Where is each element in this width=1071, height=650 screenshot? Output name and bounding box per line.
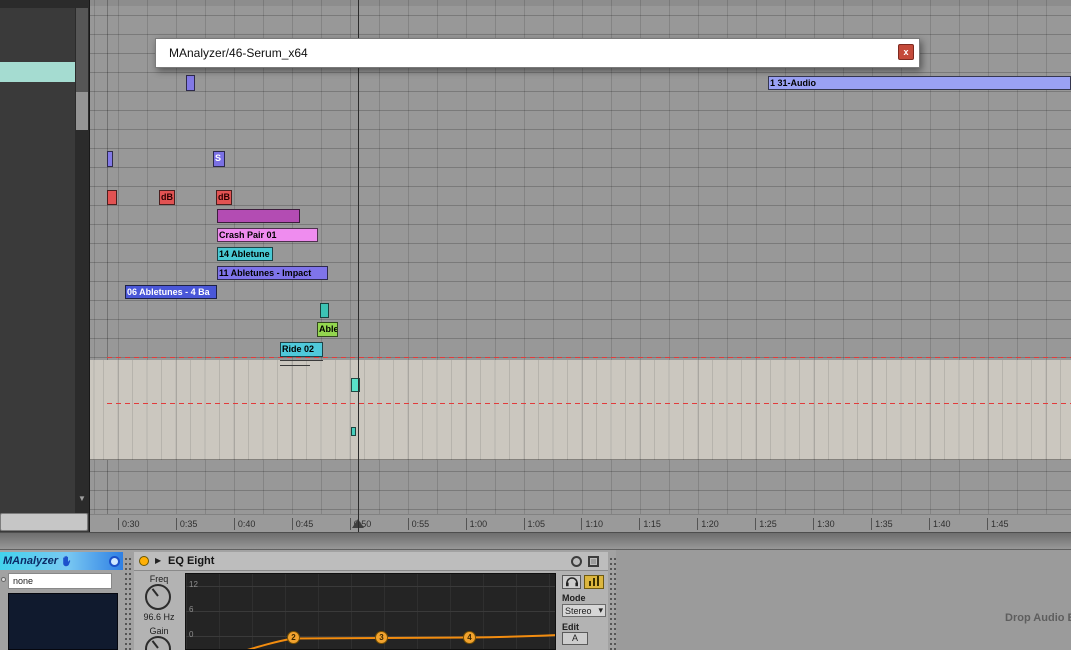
scrollbar-thumb[interactable]	[76, 92, 88, 130]
power-circle-icon[interactable]	[109, 555, 120, 567]
clip[interactable]	[320, 303, 329, 318]
eq-eight-header[interactable]: ▶ EQ Eight	[134, 552, 608, 571]
clip[interactable]	[217, 209, 300, 223]
eq-band-node-3[interactable]: 3	[375, 631, 388, 644]
clip[interactable]	[107, 190, 117, 205]
headphones-icon	[565, 577, 578, 587]
bar-icon	[589, 581, 591, 586]
save-preset-icon[interactable]	[588, 556, 599, 567]
browser-sidebar: ▼	[0, 0, 90, 532]
mode-select[interactable]: Stereo ▾	[562, 604, 606, 617]
time-label-0:55: 0:55	[407, 518, 429, 530]
time-ruler[interactable]: 0:30 0:35 0:40 0:45 0:50 0:55 1:00 1:05 1:10 1:15…	[90, 514, 1071, 532]
time-label-0:40: 0:40	[233, 518, 255, 530]
close-button[interactable]: x	[898, 44, 914, 60]
panel-divider[interactable]	[0, 532, 1071, 550]
arrangement-area[interactable]: 1 31-Audio SdB dB Crash Pair 01 14 Abletune 1…	[90, 0, 1071, 514]
clip-able[interactable]: Able	[317, 322, 338, 337]
time-label-1:45: 1:45	[986, 518, 1008, 530]
browser-scrollbar[interactable]: ▼	[75, 0, 89, 513]
freq-knob[interactable]	[145, 584, 171, 610]
clip-crash-pair-01[interactable]: Crash Pair 01	[217, 228, 318, 242]
device-panel: MAnalyzer none ▶ EQ Eight Freq 96.6 Hz G…	[0, 550, 1071, 650]
bar-icon	[597, 576, 599, 586]
preset-led-icon	[1, 577, 6, 582]
manalyzer-header[interactable]: MAnalyzer	[0, 552, 123, 570]
clip-db[interactable]: dB	[216, 190, 232, 205]
time-label-1:25: 1:25	[755, 518, 777, 530]
time-label-0:30: 0:30	[118, 518, 140, 530]
hot-swap-icon[interactable]	[571, 556, 582, 567]
clip[interactable]	[107, 151, 113, 167]
time-label-0:45: 0:45	[291, 518, 313, 530]
clip[interactable]	[186, 75, 195, 91]
browser-selected-item[interactable]	[0, 62, 75, 82]
ableton-live-window: 1 31-Audio SdB dB Crash Pair 01 14 Abletune 1…	[0, 0, 1071, 650]
plugin-window[interactable]: MAnalyzer/46-Serum_x64 x	[155, 38, 920, 68]
freq-label: Freq	[149, 574, 169, 584]
clip-1-31-audio[interactable]: 1 31-Audio	[768, 76, 1071, 90]
clip-11-abletunes-impact[interactable]: 11 Abletunes - Impact	[217, 266, 328, 280]
time-label-1:05: 1:05	[523, 518, 545, 530]
audition-button[interactable]	[562, 575, 581, 589]
clip-06-abletunes-4-ba[interactable]: 06 Abletunes - 4 Ba	[125, 285, 217, 299]
eq-curve	[247, 634, 555, 649]
eq-band-node-4[interactable]: 4	[463, 631, 476, 644]
eq-eight-title: EQ Eight	[168, 555, 215, 567]
clip-ride-02[interactable]: Ride 02	[280, 342, 323, 357]
gain-knob[interactable]	[145, 636, 171, 650]
edit-ab-button[interactable]: A	[562, 632, 588, 645]
spectrum-toggle-button[interactable]	[584, 575, 604, 589]
device-drop-zone[interactable]: Drop Audio Effec	[616, 550, 1071, 650]
device-fold-icon[interactable]: ▶	[155, 556, 161, 565]
device-separator[interactable]	[125, 558, 131, 650]
edit-label: Edit	[562, 622, 579, 632]
clips-layer: 1 31-Audio SdB dB Crash Pair 01 14 Abletune 1…	[90, 0, 1071, 514]
eq-curve-display[interactable]: 12 6 0 234	[185, 573, 556, 650]
manalyzer-title: MAnalyzer	[3, 555, 59, 567]
clip-db[interactable]: dB	[159, 190, 175, 205]
clip-14-abletune[interactable]: 14 Abletune	[217, 247, 273, 261]
time-label-1:40: 1:40	[929, 518, 951, 530]
drop-zone-text: Drop Audio Effec	[1005, 612, 1071, 624]
eq-eight-body: Freq 96.6 Hz Gain 12 6 0 234 Mode Stereo…	[134, 571, 608, 650]
time-label-1:35: 1:35	[871, 518, 893, 530]
plugin-window-title: MAnalyzer/46-Serum_x64	[169, 46, 308, 60]
mini-clip-mark	[280, 365, 310, 366]
scroll-down-arrow-icon[interactable]: ▼	[75, 494, 89, 503]
scrollbar-thumb[interactable]	[76, 8, 88, 92]
eq-band-node-2[interactable]: 2	[287, 631, 300, 644]
manalyzer-panel	[8, 593, 118, 650]
chevron-down-icon: ▾	[598, 605, 603, 615]
clip-s[interactable]: S	[213, 151, 225, 167]
time-label-1:10: 1:10	[581, 518, 603, 530]
time-label-1:30: 1:30	[813, 518, 835, 530]
mode-label: Mode	[562, 593, 586, 603]
mini-clip-mark	[280, 360, 323, 361]
time-label-1:15: 1:15	[639, 518, 661, 530]
time-label-1:00: 1:00	[465, 518, 487, 530]
mode-value: Stereo	[565, 605, 592, 616]
bar-icon	[593, 578, 595, 586]
gain-label: Gain	[149, 626, 169, 636]
time-label-0:35: 0:35	[175, 518, 197, 530]
clip[interactable]	[351, 427, 356, 436]
playhead-line	[358, 0, 359, 532]
browser-footer-box	[0, 513, 88, 531]
freq-value[interactable]: 96.6 Hz	[136, 612, 182, 622]
hand-icon	[61, 555, 73, 567]
time-label-1:20: 1:20	[697, 518, 719, 530]
manalyzer-preset-select[interactable]: none	[8, 573, 112, 589]
device-activator-icon[interactable]	[139, 556, 149, 566]
